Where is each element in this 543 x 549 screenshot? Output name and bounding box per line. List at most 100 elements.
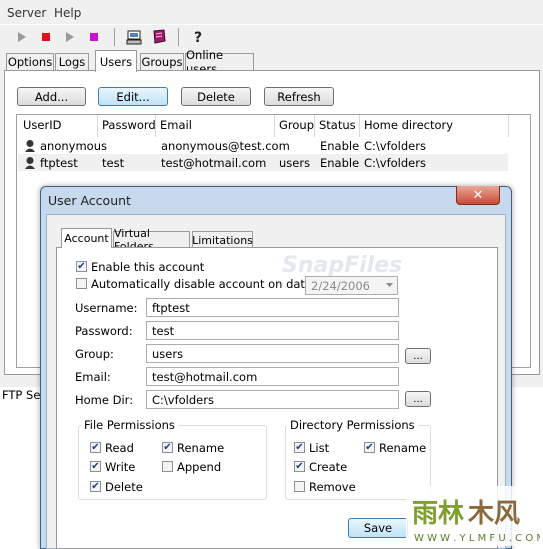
dir-remove-checkbox[interactable] bbox=[294, 481, 305, 492]
refresh-button[interactable]: Refresh bbox=[264, 87, 334, 106]
tab-options[interactable]: Options bbox=[6, 53, 54, 70]
cell-status: Enable bbox=[320, 156, 360, 170]
auto-disable-checkbox[interactable] bbox=[76, 278, 87, 289]
dir-list-checkbox[interactable]: ✔ bbox=[294, 442, 305, 453]
stop-icon bbox=[42, 33, 50, 41]
file-read-label: Read bbox=[105, 441, 134, 455]
computer-icon bbox=[126, 30, 142, 45]
group-field[interactable]: users bbox=[146, 344, 399, 363]
close-icon: ✕ bbox=[472, 187, 484, 203]
column-header-home-directory[interactable]: Home directory bbox=[364, 118, 453, 132]
column-divider bbox=[359, 115, 360, 137]
dir-remove-label: Remove bbox=[309, 480, 356, 494]
dir-create-checkbox[interactable]: ✔ bbox=[294, 461, 305, 472]
tab-logs[interactable]: Logs bbox=[55, 53, 89, 70]
start-button[interactable] bbox=[13, 28, 31, 46]
column-header-userid[interactable]: UserID bbox=[23, 118, 61, 132]
column-divider bbox=[155, 115, 156, 137]
file-permissions-title: File Permissions bbox=[81, 418, 178, 432]
disable-date-picker[interactable]: 2/24/2006 bbox=[305, 276, 398, 295]
resume-button[interactable] bbox=[61, 28, 79, 46]
stop-button[interactable] bbox=[37, 28, 55, 46]
user-manual-button[interactable] bbox=[150, 28, 168, 46]
cell-password: test bbox=[102, 156, 125, 170]
column-divider bbox=[97, 115, 98, 137]
cell-userid: ftptest bbox=[40, 156, 78, 170]
file-read-checkbox[interactable]: ✔ bbox=[90, 442, 101, 453]
email-field[interactable]: test@hotmail.com bbox=[146, 367, 399, 386]
enable-account-label: Enable this account bbox=[91, 260, 205, 274]
tab-account[interactable]: Account bbox=[61, 228, 112, 248]
tab-virtual-folders[interactable]: Virtual Folders bbox=[113, 227, 190, 253]
table-row[interactable]: ftptest test test@hotmail.com users Enab… bbox=[18, 154, 508, 171]
svg-text:木风: 木风 bbox=[467, 499, 520, 529]
tab-users[interactable]: Users bbox=[95, 50, 137, 72]
cell-status: Enable bbox=[320, 139, 360, 153]
add-user-button[interactable]: Add... bbox=[17, 87, 86, 106]
table-row[interactable]: anonymous anonymous@test.com Enable C:\v… bbox=[18, 137, 508, 154]
browse-group-button[interactable]: ... bbox=[405, 348, 431, 364]
file-delete-checkbox[interactable]: ✔ bbox=[90, 481, 101, 492]
cell-userid: anonymous bbox=[40, 139, 107, 153]
file-append-checkbox[interactable] bbox=[162, 461, 173, 472]
book-icon bbox=[153, 29, 166, 44]
tab-limitations[interactable]: Limitations bbox=[192, 231, 253, 248]
tab-groups[interactable]: Groups bbox=[140, 53, 184, 70]
chevron-down-icon bbox=[386, 283, 393, 287]
close-button[interactable]: ✕ bbox=[456, 186, 500, 205]
column-header-email[interactable]: Email bbox=[160, 118, 192, 132]
user-icon bbox=[25, 157, 35, 169]
dir-create-label: Create bbox=[309, 460, 348, 474]
cell-email: anonymous@test.com bbox=[161, 139, 290, 153]
column-header-group[interactable]: Group bbox=[279, 118, 314, 132]
password-field[interactable]: test bbox=[146, 321, 399, 340]
password-label: Password: bbox=[75, 324, 133, 338]
group-label: Group: bbox=[75, 347, 114, 361]
tab-online-users[interactable]: Online users bbox=[185, 48, 254, 76]
column-divider bbox=[508, 115, 509, 137]
toolbar: ? bbox=[0, 25, 543, 49]
enable-account-checkbox[interactable]: ✔ bbox=[76, 261, 87, 272]
delete-user-button[interactable]: Delete bbox=[181, 87, 251, 106]
menu-bar: Server Help bbox=[0, 0, 543, 24]
server-info-button[interactable] bbox=[125, 28, 143, 46]
site-logo: 雨林 木风 W W W . Y L M F U . C O M bbox=[406, 486, 543, 546]
home-dir-label: Home Dir: bbox=[75, 393, 134, 407]
browse-home-dir-button[interactable]: ... bbox=[405, 391, 431, 407]
column-header-status[interactable]: Status bbox=[319, 118, 356, 132]
home-dir-field[interactable]: C:\vfolders bbox=[146, 390, 399, 409]
help-button[interactable]: ? bbox=[189, 28, 207, 46]
pause-square-icon bbox=[90, 33, 98, 41]
save-button[interactable]: Save bbox=[348, 518, 408, 538]
cell-email: test@hotmail.com bbox=[161, 156, 267, 170]
column-divider bbox=[314, 115, 315, 137]
auto-disable-label: Automatically disable account on date bbox=[91, 277, 313, 291]
column-header-password[interactable]: Password bbox=[102, 118, 156, 132]
toolbar-separator bbox=[114, 28, 115, 46]
menu-server[interactable]: Server bbox=[7, 6, 46, 20]
status-bar-text: FTP Ser bbox=[2, 388, 46, 402]
watermark-text: SnapFiles bbox=[282, 253, 403, 278]
svg-text:雨林: 雨林 bbox=[412, 499, 464, 529]
dir-rename-label: Rename bbox=[379, 441, 427, 455]
directory-permissions-title: Directory Permissions bbox=[287, 418, 418, 432]
dialog-title: User Account bbox=[48, 193, 131, 208]
svg-text:?: ? bbox=[194, 30, 202, 45]
menu-help[interactable]: Help bbox=[54, 6, 81, 20]
file-write-checkbox[interactable]: ✔ bbox=[90, 461, 101, 472]
file-append-label: Append bbox=[177, 460, 222, 474]
cell-home-directory: C:\vfolders bbox=[364, 156, 426, 170]
pause-button[interactable] bbox=[85, 28, 103, 46]
column-divider bbox=[274, 115, 275, 137]
svg-text:W W W . Y L M F U . C O M: W W W . Y L M F U . C O M bbox=[414, 533, 540, 544]
dir-rename-checkbox[interactable]: ✔ bbox=[364, 442, 375, 453]
play-icon bbox=[66, 32, 74, 42]
file-rename-checkbox[interactable]: ✔ bbox=[162, 442, 173, 453]
file-rename-label: Rename bbox=[177, 441, 225, 455]
username-field[interactable]: ftptest bbox=[146, 298, 399, 317]
edit-user-button[interactable]: Edit... bbox=[98, 87, 168, 106]
file-write-label: Write bbox=[105, 460, 136, 474]
toolbar-separator bbox=[178, 28, 179, 46]
cell-home-directory: C:\vfolders bbox=[364, 139, 426, 153]
question-mark-icon: ? bbox=[194, 30, 202, 45]
